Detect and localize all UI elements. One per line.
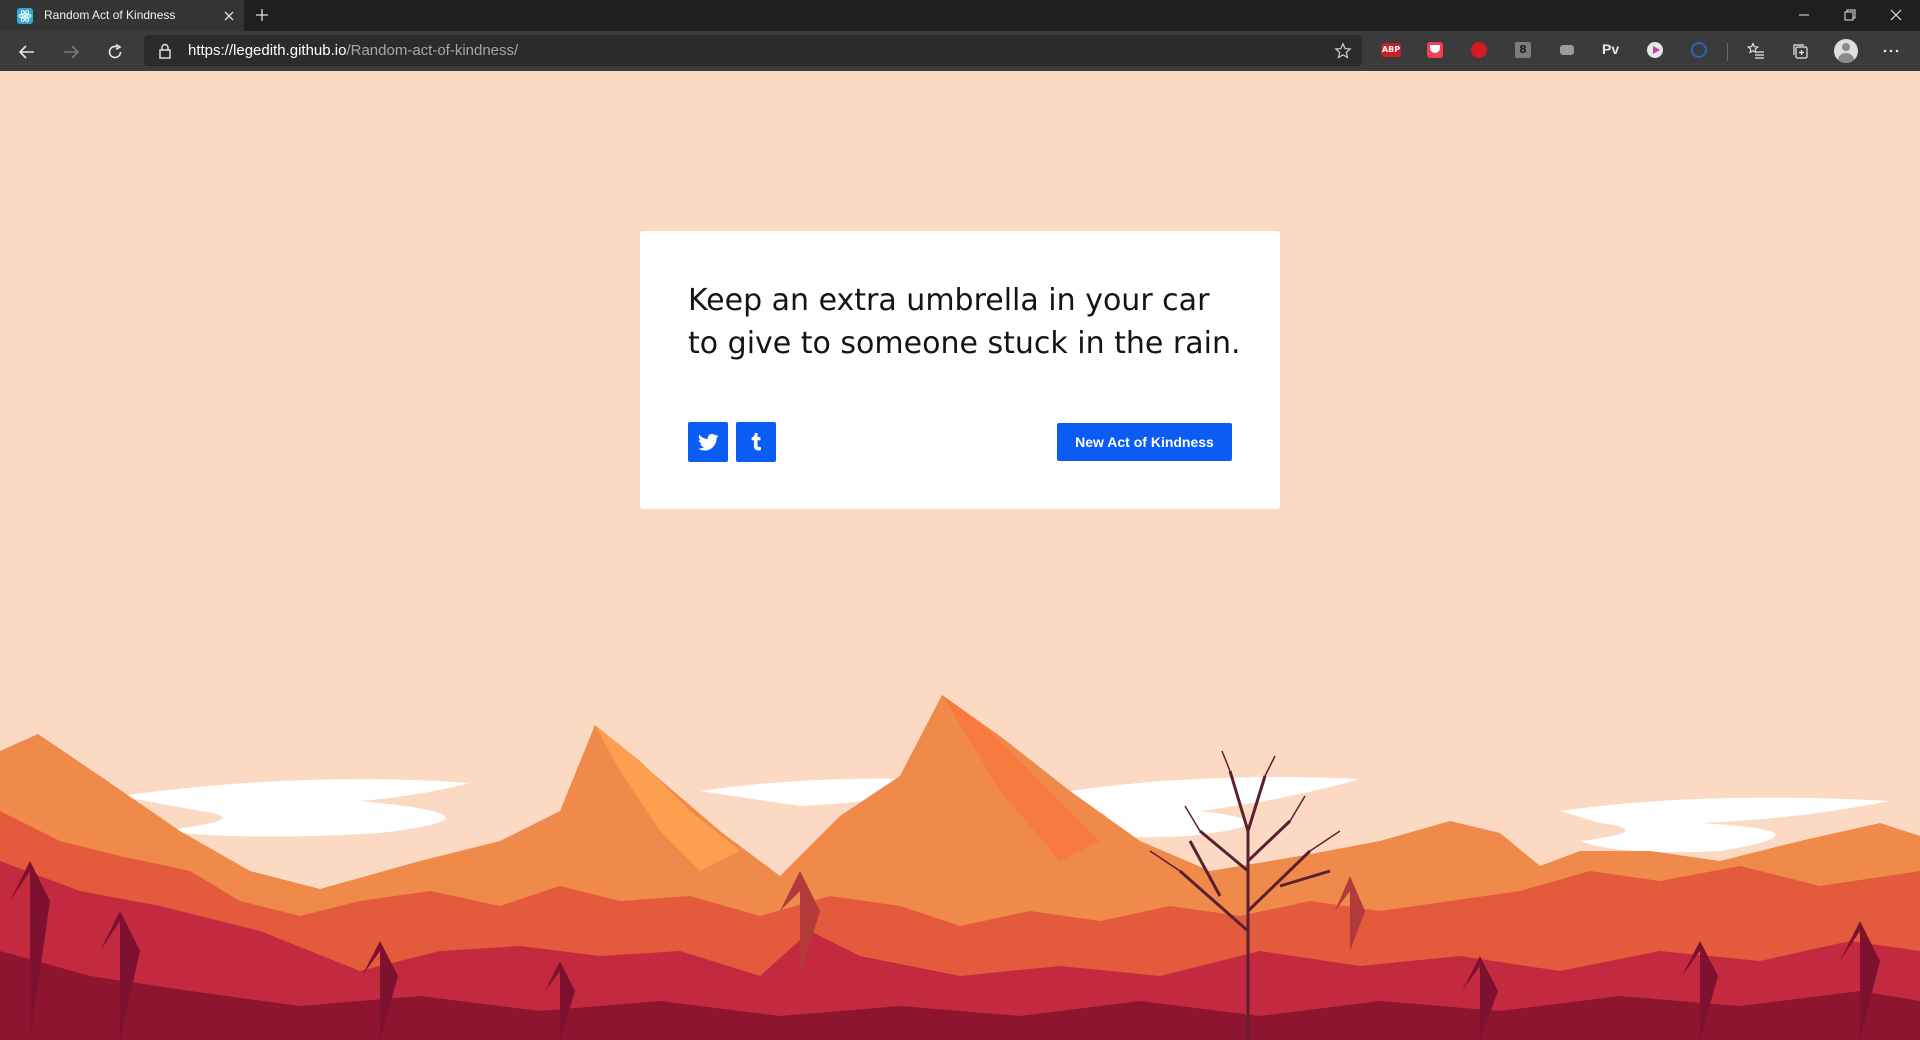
browser-toolbar: https://legedith.github.io/Random-act-of… — [0, 31, 1920, 71]
refresh-icon — [108, 43, 122, 59]
forward-arrow-icon — [64, 45, 80, 59]
lock-icon — [158, 43, 172, 63]
tab-title: Random Act of Kindness — [44, 8, 176, 22]
minimize-button[interactable] — [1781, 0, 1827, 31]
ring-extension-icon[interactable] — [1688, 39, 1710, 61]
restore-icon — [1844, 9, 1856, 21]
title-bar: Random Act of Kindness — [0, 0, 1920, 31]
play-extension-icon[interactable] — [1644, 39, 1666, 61]
toolbar-divider — [1727, 43, 1728, 61]
new-tab-icon[interactable] — [254, 7, 270, 23]
adblock-extension-icon[interactable]: ABP — [1380, 39, 1402, 61]
camera-extension-icon[interactable] — [1556, 39, 1578, 61]
close-window-button[interactable] — [1873, 0, 1919, 31]
back-arrow-icon — [18, 45, 34, 59]
url-path: /Random-act-of-kindness/ — [346, 42, 519, 59]
mountain-landscape-illustration — [0, 695, 1920, 1040]
close-tab-icon[interactable] — [222, 8, 236, 22]
more-options-icon — [1883, 49, 1899, 53]
pocket-extension-icon[interactable] — [1424, 39, 1446, 61]
url-text: https://legedith.github.io/Random-act-of… — [188, 42, 518, 59]
pv-extension-icon[interactable]: Pv — [1600, 39, 1626, 61]
minimize-icon — [1799, 14, 1809, 16]
twitter-icon — [698, 433, 719, 451]
address-bar[interactable]: https://legedith.github.io/Random-act-of… — [144, 35, 1362, 66]
browser-tab[interactable]: Random Act of Kindness — [0, 0, 244, 31]
grey-extension-label: 8 — [1515, 42, 1531, 58]
page-viewport: Keep an extra umbrella in your car to gi… — [0, 71, 1920, 1040]
abp-label: ABP — [1381, 43, 1401, 57]
new-act-of-kindness-button[interactable]: New Act of Kindness — [1057, 423, 1232, 461]
profile-avatar[interactable] — [1834, 39, 1858, 63]
collections-button[interactable] — [1788, 39, 1812, 63]
quote-card: Keep an extra umbrella in your car to gi… — [640, 231, 1280, 509]
tweet-button[interactable] — [688, 422, 728, 462]
favorites-button[interactable] — [1744, 39, 1768, 63]
restore-button[interactable] — [1827, 0, 1873, 31]
favorite-star-icon[interactable] — [1334, 42, 1352, 64]
react-atom-icon — [17, 8, 33, 24]
back-button[interactable] — [14, 39, 40, 65]
url-host: https://legedith.github.io — [188, 42, 347, 59]
tumblr-share-button[interactable] — [736, 422, 776, 462]
more-options-button[interactable] — [1879, 39, 1903, 63]
collections-icon — [1793, 44, 1808, 59]
stop-hand-extension-icon[interactable] — [1468, 39, 1490, 61]
favorites-list-icon — [1747, 42, 1764, 59]
close-icon — [1890, 9, 1902, 21]
forward-button[interactable] — [58, 39, 84, 65]
grey-extension-icon[interactable]: 8 — [1512, 39, 1534, 61]
tumblr-icon — [751, 433, 761, 451]
pv-label: Pv — [1602, 41, 1620, 57]
kindness-quote: Keep an extra umbrella in your car to gi… — [688, 283, 1241, 361]
refresh-button[interactable] — [102, 39, 128, 65]
